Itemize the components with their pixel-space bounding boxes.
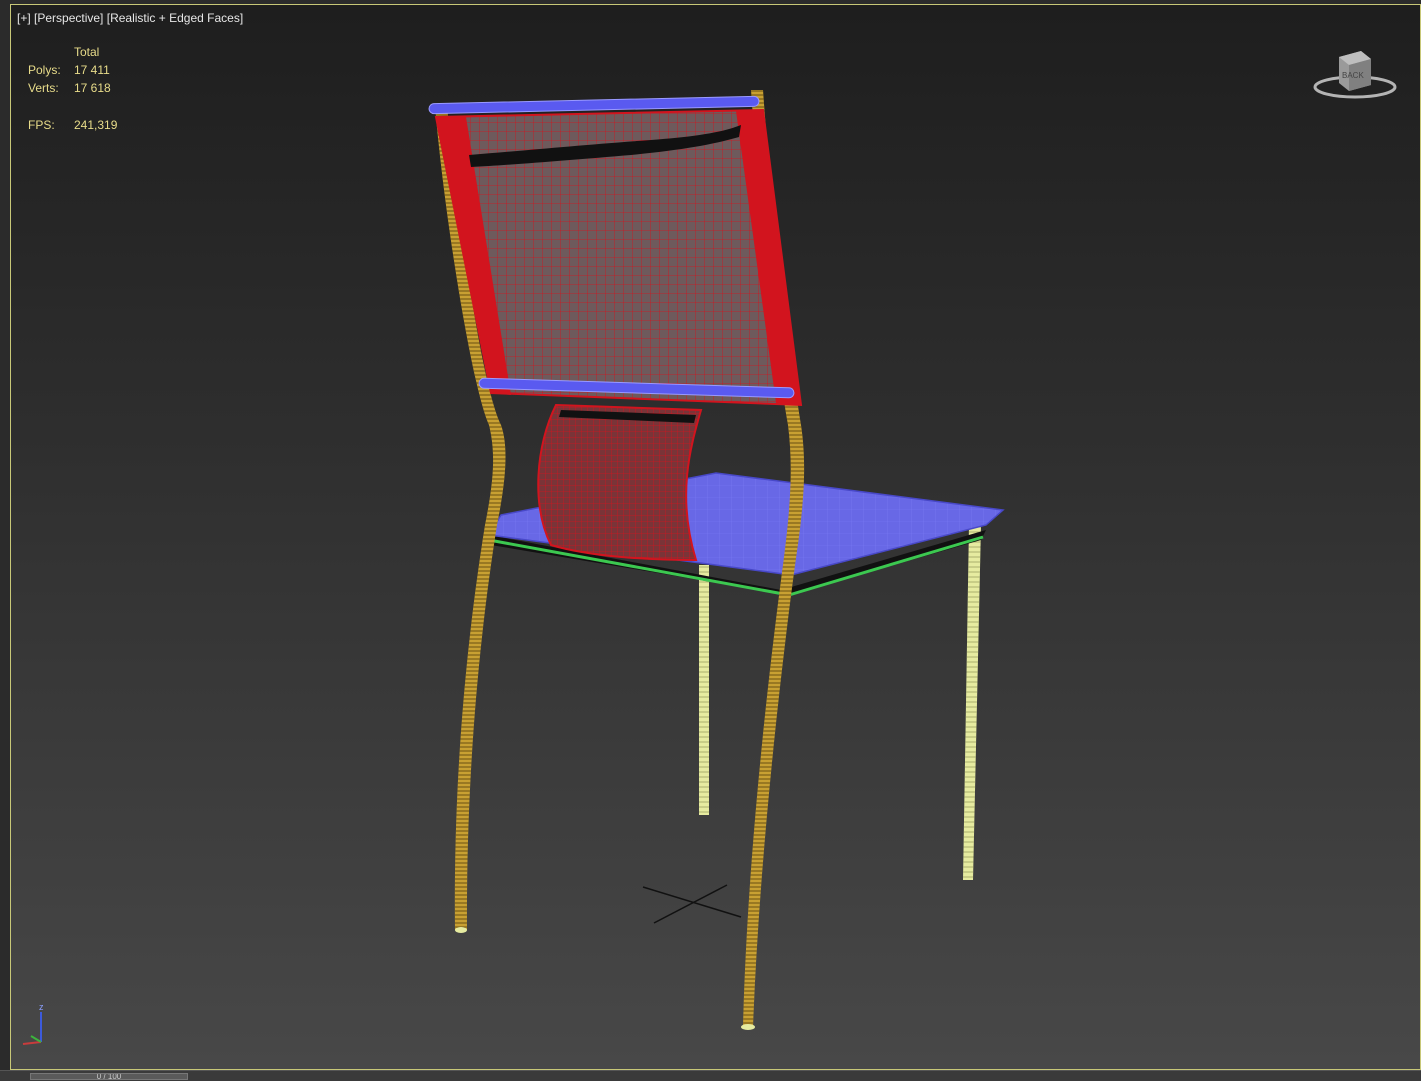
viewcube-icon[interactable]: BACK [1311, 45, 1401, 105]
pivot-cross-icon [642, 884, 742, 924]
chair-backrest[interactable] [434, 108, 803, 407]
chair-back-leg-right[interactable] [963, 525, 981, 880]
time-slider[interactable]: 0 / 100 [30, 1073, 188, 1080]
time-slider-track [0, 1070, 1421, 1081]
svg-text:BACK: BACK [1342, 71, 1364, 80]
axis-tripod-icon: z [17, 1000, 53, 1050]
chair-model-wireframe[interactable] [11, 5, 1420, 1069]
perspective-viewport[interactable]: [+] [Perspective] [Realistic + Edged Fac… [10, 4, 1421, 1070]
svg-text:z: z [39, 1002, 44, 1012]
chair-lumbar-sling[interactable] [537, 403, 703, 562]
chair-back-leg-left[interactable] [699, 565, 709, 815]
